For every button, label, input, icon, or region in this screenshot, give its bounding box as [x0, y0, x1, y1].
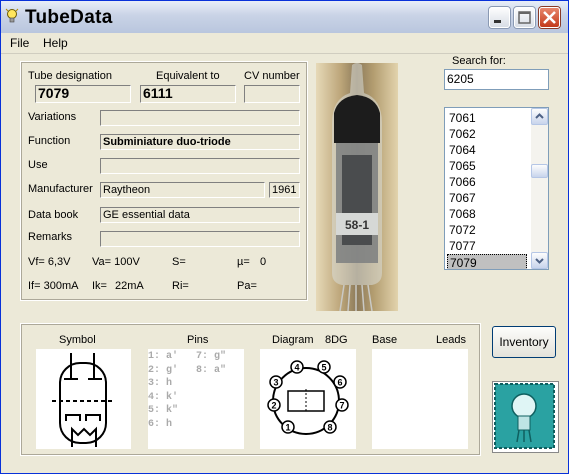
list-scrollbar[interactable]: [531, 108, 548, 269]
function-field[interactable]: Subminiature duo-triode: [100, 134, 300, 150]
label-equivalent-to: Equivalent to: [156, 70, 220, 82]
close-icon: [543, 11, 556, 24]
spec-vf: Vf= 6,3V: [28, 256, 71, 268]
photo-marking: 58-1: [345, 218, 369, 232]
logo-box: [492, 381, 559, 453]
pin-number: 8: [327, 423, 332, 433]
label-data-book: Data book: [28, 209, 79, 221]
duo-triode-symbol: [52, 353, 114, 447]
equivalent-to-field[interactable]: 6111: [140, 85, 236, 103]
spec-va: Va= 100V: [92, 256, 140, 268]
menu-file[interactable]: File: [10, 36, 29, 50]
scroll-up-button[interactable]: [531, 108, 548, 125]
label-diagram: Diagram: [272, 334, 314, 346]
list-item[interactable]: 7062: [447, 126, 527, 142]
tube-illustration: 58-1: [332, 63, 382, 312]
menu-bar: File Help: [1, 33, 568, 54]
window-title: TubeData: [25, 7, 113, 28]
label-function: Function: [28, 135, 71, 147]
lightbulb-icon: [5, 8, 19, 23]
list-item[interactable]: 7072: [447, 222, 527, 238]
pinout-diagram: 1 2 3 4 5 6 7 8: [267, 360, 349, 435]
pin-number: 3: [273, 378, 278, 388]
tube-list[interactable]: 7061 7062 7064 7065 7066 7067 7068 7072 7077 7079: [444, 107, 549, 270]
spec-pa: Pa=: [237, 280, 257, 292]
label-remarks: Remarks: [28, 231, 73, 243]
use-field[interactable]: [100, 158, 300, 174]
label-variations: Variations: [28, 111, 77, 123]
pin-number: 2: [271, 401, 276, 411]
spec-ik-value: 22mA: [115, 280, 144, 292]
spec-s: S=: [172, 256, 186, 268]
label-pins: Pins: [187, 334, 209, 346]
list-item[interactable]: 7077: [447, 238, 527, 254]
label-base: Base: [372, 334, 398, 346]
tube-photo: 58-1: [316, 63, 398, 312]
maximize-icon: [518, 11, 531, 24]
pins-box: 1: a' 2: g' 3: h 4: k' 5: k" 6: h 7: g" …: [148, 349, 244, 449]
minimize-icon: [494, 20, 501, 23]
manufacturer-field[interactable]: Raytheon: [100, 182, 265, 198]
label-tube-designation: Tube designation: [28, 70, 112, 82]
variations-field[interactable]: [100, 110, 300, 126]
pins-column-1: 1: a' 2: g' 3: h 4: k' 5: k" 6: h: [148, 351, 179, 430]
label-manufacturer: Manufacturer: [28, 183, 93, 195]
scroll-down-button[interactable]: [531, 252, 548, 269]
scroll-thumb[interactable]: [531, 164, 548, 178]
main-window: TubeData File Help Tube designation Equi…: [0, 0, 569, 474]
search-input[interactable]: 6205: [444, 69, 549, 90]
label-search-for: Search for:: [452, 55, 506, 67]
cv-number-field[interactable]: [244, 85, 300, 103]
spec-ik: Ik=: [92, 280, 107, 292]
pins-column-2: 7: g" 8: a": [196, 351, 227, 376]
label-diagram-code: 8DG: [325, 334, 348, 346]
list-item[interactable]: 7079: [447, 254, 527, 269]
inventory-button[interactable]: Inventory: [492, 326, 556, 358]
menu-help[interactable]: Help: [43, 36, 68, 50]
chevron-up-icon: [535, 113, 544, 119]
label-leads: Leads: [436, 334, 466, 346]
data-book-field[interactable]: GE essential data: [100, 207, 300, 223]
list-item[interactable]: 7061: [447, 110, 527, 126]
pin-number: 5: [321, 363, 326, 373]
minimize-button[interactable]: [489, 7, 510, 28]
label-cv-number: CV number: [244, 70, 300, 82]
title-bar[interactable]: TubeData: [1, 1, 568, 33]
list-item[interactable]: 7066: [447, 174, 527, 190]
list-item[interactable]: 7067: [447, 190, 527, 206]
tubedata-logo-icon: [494, 383, 555, 449]
spec-mu: µ=: [237, 256, 250, 268]
label-symbol: Symbol: [59, 334, 96, 346]
base-leads-box: [372, 349, 468, 449]
pin-number: 1: [285, 423, 290, 433]
maximize-button[interactable]: [514, 7, 535, 28]
spec-if: If= 300mA: [28, 280, 79, 292]
year-field[interactable]: 1961: [269, 182, 300, 198]
pin-number: 4: [294, 363, 299, 373]
label-use: Use: [28, 159, 48, 171]
remarks-field[interactable]: [100, 231, 300, 247]
chevron-down-icon: [535, 258, 544, 264]
tube-designation-field[interactable]: 7079: [35, 85, 131, 103]
pin-number: 7: [339, 401, 344, 411]
diagram-box: 1 2 3 4 5 6 7 8: [260, 349, 356, 449]
pin-number: 6: [337, 378, 342, 388]
list-item[interactable]: 7068: [447, 206, 527, 222]
spec-ri: Ri=: [172, 280, 189, 292]
close-button[interactable]: [539, 7, 560, 28]
spec-mu-value: 0: [260, 256, 267, 268]
symbol-box: [36, 349, 131, 449]
list-item[interactable]: 7065: [447, 158, 527, 174]
list-item[interactable]: 7064: [447, 142, 527, 158]
